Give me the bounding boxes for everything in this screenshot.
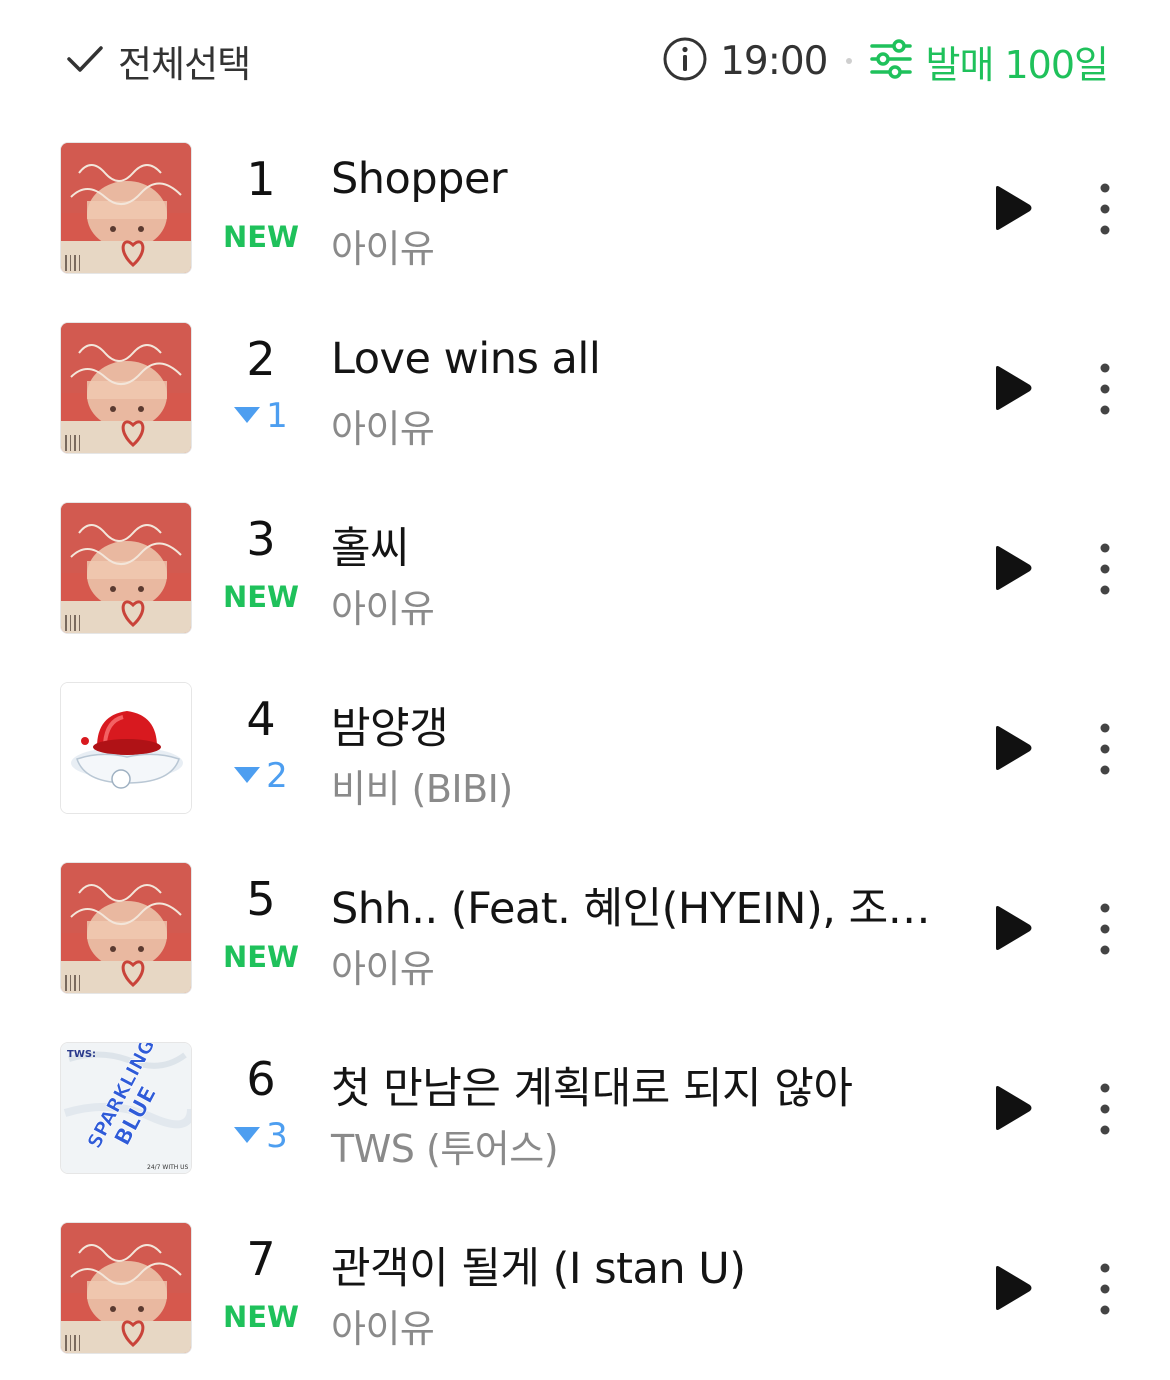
song-title[interactable]: Shh.. (Feat. 혜인(HYEIN), 조원… <box>331 874 961 936</box>
more-options-icon[interactable] <box>1090 902 1120 956</box>
rank-change-value: 3 <box>266 1116 288 1156</box>
album-art[interactable] <box>60 322 192 454</box>
info-icon <box>662 36 708 86</box>
artist-name[interactable]: 아이유 <box>331 1298 931 1353</box>
play-icon[interactable] <box>990 1264 1034 1312</box>
artist-name[interactable]: 아이유 <box>331 218 931 273</box>
rank-number: 3 <box>246 512 276 566</box>
down-arrow-icon <box>234 406 261 423</box>
down-arrow-icon <box>234 1126 261 1143</box>
rank-number: 7 <box>246 1232 276 1286</box>
rank-change-value: 2 <box>266 756 288 796</box>
album-art[interactable] <box>60 862 192 994</box>
down-arrow-icon <box>234 766 261 783</box>
rank-number: 6 <box>246 1052 276 1106</box>
song-row[interactable]: 3 NEW 홀씨 아이유 <box>0 480 1170 660</box>
play-icon[interactable] <box>990 544 1034 592</box>
rank-new-badge: NEW <box>222 580 300 614</box>
separator-dot <box>845 58 852 64</box>
rank-down-badge: 3 <box>206 1116 316 1156</box>
more-options-icon[interactable] <box>1090 362 1120 416</box>
artist-name[interactable]: 아이유 <box>331 938 931 993</box>
more-options-icon[interactable] <box>1090 1262 1120 1316</box>
rank-number: 5 <box>246 872 276 926</box>
artist-name[interactable]: 아이유 <box>331 578 931 633</box>
checkmark-icon <box>66 44 104 78</box>
select-all-label: 전체선택 <box>118 43 251 86</box>
play-icon[interactable] <box>990 904 1034 952</box>
album-art[interactable]: TWS: SPARKLING BLUE 24/7 WITH US <box>60 1042 192 1174</box>
rank-number: 4 <box>246 692 276 746</box>
song-title[interactable]: 밤양갱 <box>331 694 961 756</box>
update-time: 19:00 <box>720 38 828 84</box>
artist-name[interactable]: TWS (투어스) <box>331 1118 931 1173</box>
chart-tools: 19:00 발매 100일 <box>662 34 1109 89</box>
play-icon[interactable] <box>990 724 1034 772</box>
play-icon[interactable] <box>990 1084 1034 1132</box>
filter-label: 발매 100일 <box>925 42 1109 87</box>
song-row[interactable]: TWS: SPARKLING BLUE 24/7 WITH US 6 3 첫 만남은… <box>0 1020 1170 1200</box>
song-title[interactable]: 홀씨 <box>331 514 961 576</box>
svg-text:24/7 WITH US: 24/7 WITH US <box>147 1164 189 1171</box>
song-row[interactable]: 2 1 Love wins all 아이유 <box>0 300 1170 480</box>
song-row[interactable]: 4 2 밤양갱 비비 (BIBI) <box>0 660 1170 840</box>
sliders-icon <box>869 39 912 83</box>
play-icon[interactable] <box>990 184 1034 232</box>
rank-new-badge: NEW <box>222 1300 300 1334</box>
song-title[interactable]: 관객이 될게 (I stan U) <box>331 1234 961 1296</box>
artist-name[interactable]: 아이유 <box>331 398 931 453</box>
more-options-icon[interactable] <box>1090 722 1120 776</box>
album-art[interactable] <box>60 142 192 274</box>
album-art[interactable] <box>60 1222 192 1354</box>
more-options-icon[interactable] <box>1090 542 1120 596</box>
rank-new-badge: NEW <box>222 220 300 254</box>
play-icon[interactable] <box>990 364 1034 412</box>
rank-down-badge: 2 <box>206 756 316 796</box>
song-title[interactable]: 첫 만남은 계획대로 되지 않아 <box>331 1054 961 1116</box>
more-options-icon[interactable] <box>1090 1082 1120 1136</box>
select-all-button[interactable]: 전체선택 <box>66 36 251 86</box>
song-title[interactable]: Love wins all <box>331 334 961 384</box>
song-row[interactable]: 5 NEW Shh.. (Feat. 혜인(HYEIN), 조원… 아이유 <box>0 840 1170 1020</box>
song-row[interactable]: 7 NEW 관객이 될게 (I stan U) 아이유 <box>0 1200 1170 1380</box>
song-title[interactable]: Shopper <box>331 154 961 204</box>
rank-number: 1 <box>246 152 276 206</box>
artist-name[interactable]: 비비 (BIBI) <box>331 758 931 813</box>
rank-change-value: 1 <box>266 396 288 436</box>
svg-text:TWS:: TWS: <box>67 1049 96 1060</box>
album-art[interactable] <box>60 502 192 634</box>
chart-toolbar: 전체선택 19:00 발매 100일 <box>0 0 1170 120</box>
more-options-icon[interactable] <box>1090 182 1120 236</box>
rank-new-badge: NEW <box>222 940 300 974</box>
rank-number: 2 <box>246 332 276 386</box>
album-art[interactable] <box>60 682 192 814</box>
rank-down-badge: 1 <box>206 396 316 436</box>
song-row[interactable]: 1 NEW Shopper 아이유 <box>0 120 1170 300</box>
update-time-info[interactable]: 19:00 <box>662 36 829 86</box>
filter-button[interactable]: 발매 100일 <box>869 34 1109 89</box>
